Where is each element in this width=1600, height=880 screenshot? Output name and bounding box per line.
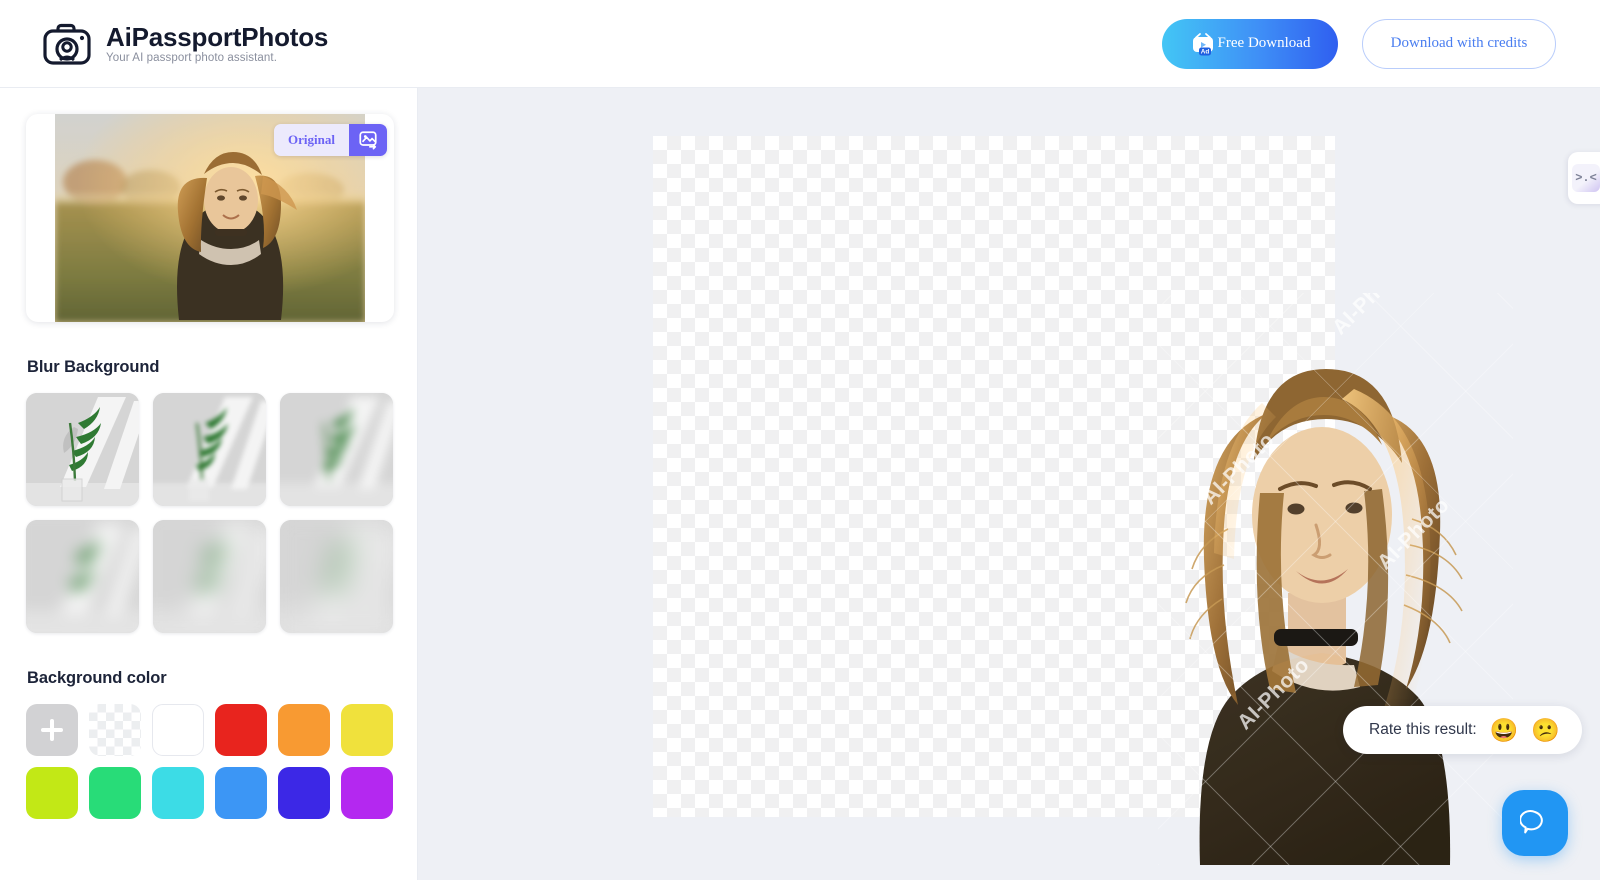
cutout-subject-image: AI-Photo AI-Photo AI-Photo AI-Photo [1158,293,1513,865]
red-color-swatch[interactable] [215,704,267,756]
chat-bubble-icon [1519,807,1550,840]
transparency-canvas[interactable]: AI-Photo AI-Photo AI-Photo AI-Photo [653,136,1513,865]
blur-option-5[interactable] [153,520,266,633]
original-preview-card[interactable]: Original [26,114,394,322]
blur-thumb-image [26,520,139,633]
blur-thumb-image [26,393,139,506]
add-custom-color-swatch[interactable] [26,704,78,756]
editor-sidebar: Original Blur Background Background colo… [0,88,418,880]
indigo-color-swatch[interactable] [278,767,330,819]
kaomoji-icon: >.< [1572,164,1600,192]
cyan-color-swatch[interactable] [152,767,204,819]
rate-sad-icon[interactable]: 😕 [1531,718,1560,742]
magenta-color-swatch[interactable] [341,767,393,819]
free-download-button[interactable]: Ad Free Download [1162,18,1338,69]
blur-thumb-image [280,520,393,633]
background-color-grid [26,704,393,819]
ad-tv-icon: Ad [1190,32,1216,56]
blur-thumb-image [280,393,393,506]
orange-color-swatch[interactable] [278,704,330,756]
panel-collapse-tab[interactable]: >.< [1568,152,1600,204]
rate-result-label: Rate this result: [1369,721,1477,738]
lime-color-swatch[interactable] [26,767,78,819]
white-color-swatch[interactable] [152,704,204,756]
blur-option-4[interactable] [26,520,139,633]
blur-background-title: Blur Background [27,358,160,376]
blur-option-1[interactable] [26,393,139,506]
brand-title: AiPassportPhotos [106,21,329,52]
brand: AiPassportPhotos Your AI passport photo … [42,22,328,66]
image-swap-icon[interactable] [349,124,387,156]
blur-option-3[interactable] [280,393,393,506]
green-color-swatch[interactable] [89,767,141,819]
app-header: AiPassportPhotos Your AI passport photo … [0,0,1600,88]
camera-icon [42,22,92,66]
download-with-credits-label: Download with credits [1390,35,1528,51]
transparent-color-swatch[interactable] [89,704,141,756]
svg-text:Ad: Ad [1200,48,1209,55]
blue-color-swatch[interactable] [215,767,267,819]
background-color-title: Background color [27,669,167,687]
original-label: Original [274,124,349,156]
brand-tagline: Your AI passport photo assistant. [106,52,278,65]
free-download-label: Free Download [1217,35,1311,51]
blur-thumb-image [153,520,266,633]
blur-thumb-image [153,393,266,506]
rate-happy-icon[interactable]: 😃 [1490,718,1519,742]
download-with-credits-button[interactable]: Download with credits [1362,18,1556,69]
blur-option-6[interactable] [280,520,393,633]
original-toggle[interactable]: Original [274,124,387,156]
blur-background-grid [26,393,393,633]
result-canvas-area: AI-Photo AI-Photo AI-Photo AI-Photo >.< … [418,88,1600,880]
blur-option-2[interactable] [153,393,266,506]
rate-result-widget: Rate this result: 😃 😕 [1343,706,1582,754]
header-actions: Ad Free Download Download with credits [1162,18,1556,69]
yellow-color-swatch[interactable] [341,704,393,756]
app-body: Original Blur Background Background colo… [0,88,1600,880]
chat-support-button[interactable] [1502,790,1568,856]
